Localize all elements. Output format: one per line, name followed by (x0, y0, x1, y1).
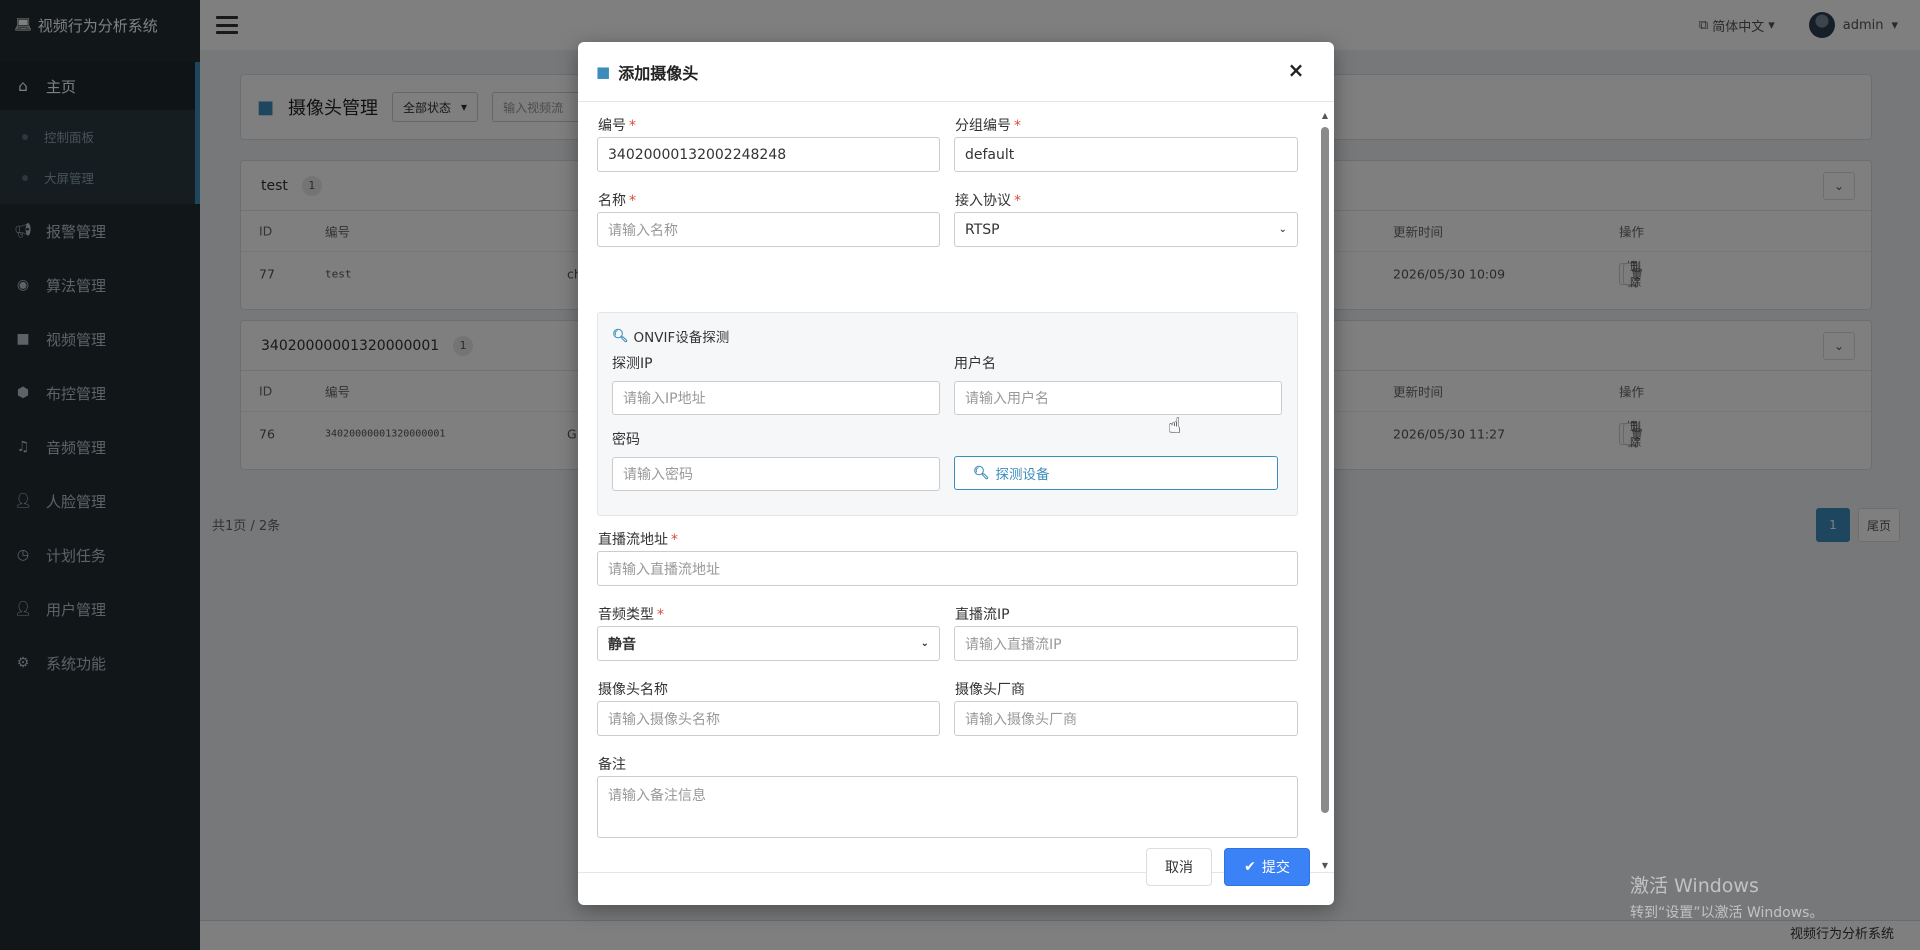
protocol-value: RTSP (965, 221, 1000, 238)
username-input[interactable]: 请输入用户名 (954, 381, 1282, 415)
label-text: 接入协议 (955, 193, 1011, 209)
protocol-label: 接入协议 * (955, 190, 1021, 210)
scroll-up-icon[interactable]: ▲ (1320, 111, 1330, 121)
watermark-line2: 转到“设置”以激活 Windows。 (1630, 905, 1824, 921)
audio-type-label: 音频类型 * (598, 604, 664, 624)
probe-button-label: 探测设备 (995, 467, 1050, 483)
windows-activation-watermark: 激活 Windows 转到“设置”以激活 Windows。 (1630, 871, 1823, 922)
probe-ip-label: 探测IP (612, 356, 653, 372)
submit-button[interactable]: ✔ 提交 (1224, 848, 1310, 886)
scrollbar-thumb[interactable] (1321, 127, 1329, 813)
remark-label: 备注 (598, 757, 626, 773)
stream-url-input[interactable]: 请输入直播流地址 (597, 551, 1298, 586)
search-icon: 🔍︎ (973, 465, 990, 481)
audio-type-select[interactable]: 静音 ⌄ (597, 626, 940, 661)
probe-device-button[interactable]: 🔍︎ 探测设备 (954, 456, 1278, 490)
password-input[interactable]: 请输入密码 (612, 457, 940, 491)
close-icon[interactable]: × (1286, 60, 1306, 80)
code-label: 编号 * (598, 115, 636, 135)
probe-ip-input[interactable]: 请输入IP地址 (612, 381, 940, 415)
group-label: 分组编号 * (955, 115, 1021, 135)
required-mark: * (629, 118, 636, 134)
label-text: 直播流地址 (598, 532, 668, 548)
protocol-select[interactable]: RTSP ⌄ (954, 212, 1298, 247)
required-mark: * (671, 532, 678, 548)
label-text: 编号 (598, 118, 626, 134)
hand-cursor-icon: ☝ (1168, 414, 1182, 439)
code-input[interactable]: 34020000132002248248 (597, 137, 940, 172)
vendor-input[interactable]: 请输入摄像头厂商 (954, 701, 1298, 736)
group-input[interactable]: default (954, 137, 1298, 172)
label-text: 音频类型 (598, 607, 654, 623)
required-mark: * (629, 193, 636, 209)
name-label: 名称 * (598, 190, 636, 210)
dialog-body: 编号 * 34020000132002248248 分组编号 * default 名… (578, 103, 1334, 873)
onvif-title-text: ONVIF设备探测 (633, 330, 730, 346)
vendor-label: 摄像头厂商 (955, 682, 1025, 698)
dialog-title: 添加摄像头 (618, 63, 699, 83)
stream-ip-label: 直播流IP (955, 607, 1010, 623)
onvif-title: 🔍︎ ONVIF设备探测 (612, 326, 730, 347)
check-icon: ✔ (1244, 859, 1256, 875)
camera-name-label: 摄像头名称 (598, 682, 668, 698)
password-label: 密码 (612, 432, 640, 448)
scroll-down-icon[interactable]: ▼ (1320, 861, 1330, 871)
chevron-down-icon: ⌄ (920, 638, 929, 649)
cancel-button[interactable]: 取消 (1146, 848, 1212, 886)
required-mark: * (1014, 118, 1021, 134)
stream-url-label: 直播流地址 * (598, 529, 678, 549)
submit-label: 提交 (1261, 860, 1290, 876)
label-text: 名称 (598, 193, 626, 209)
add-camera-dialog: ■ 添加摄像头 × 编号 * 34020000132002248248 分组编号 *… (578, 42, 1334, 905)
name-input[interactable]: 请输入名称 (597, 212, 940, 247)
dialog-header: ■ 添加摄像头 (578, 42, 1334, 102)
watermark-line1: 激活 Windows (1630, 875, 1759, 897)
stream-ip-input[interactable]: 请输入直播流IP (954, 626, 1298, 661)
onvif-probe-panel: 🔍︎ ONVIF设备探测 探测IP 请输入IP地址 用户名 请输入用户名 密码 … (597, 312, 1298, 516)
video-camera-icon: ■ (596, 62, 611, 81)
username-label: 用户名 (954, 356, 996, 372)
camera-name-input[interactable]: 请输入摄像头名称 (597, 701, 940, 736)
label-text: 分组编号 (955, 118, 1011, 134)
search-icon: 🔍︎ (612, 328, 629, 344)
required-mark: * (1014, 193, 1021, 209)
remark-textarea[interactable]: 请输入备注信息 (597, 776, 1298, 838)
dialog-scrollbar[interactable]: ▲ ▼ (1320, 111, 1330, 871)
audio-type-value: 静音 (608, 636, 636, 653)
chevron-down-icon: ⌄ (1278, 224, 1287, 235)
required-mark: * (657, 607, 664, 623)
